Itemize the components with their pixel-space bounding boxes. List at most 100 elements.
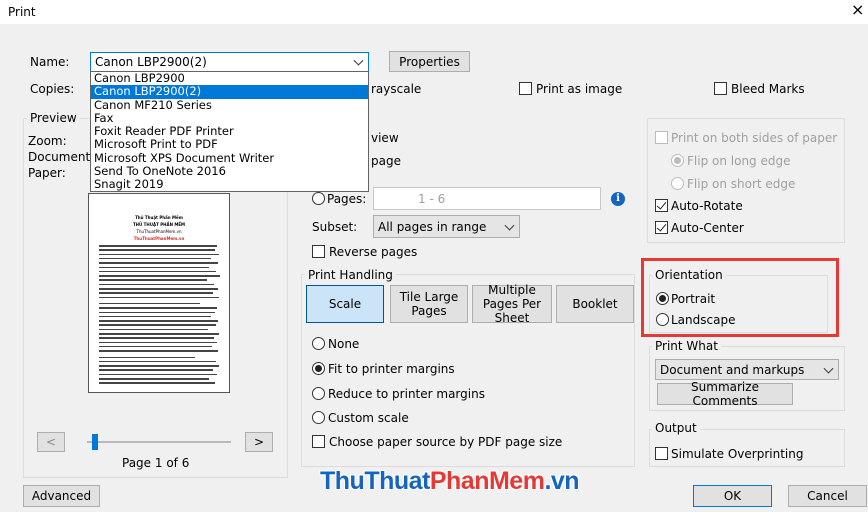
page-indicator: Page 1 of 6 (122, 456, 190, 470)
page-label: page (371, 154, 401, 168)
printer-option[interactable]: Fax (91, 111, 368, 125)
prev-page-glyph: < (45, 435, 57, 449)
reverse-pages-checkbox[interactable] (312, 245, 325, 258)
short-edge-label: Flip on short edge (687, 177, 796, 191)
page-thumbnail: Thủ Thuật Phần Mềm THỦ THUẬT PHẦN MỀM Th… (88, 193, 230, 393)
cancel-button-label: Cancel (807, 489, 848, 503)
tab-multiple-pages[interactable]: Multiple Pages Per Sheet (472, 283, 552, 325)
thumbnail-text-line (99, 337, 214, 339)
scale-custom-label: Custom scale (328, 411, 409, 425)
print-what-title: Print What (652, 339, 721, 353)
thumbnail-text-line (99, 328, 208, 331)
paper-source-label: Choose paper source by PDF page size (329, 435, 563, 449)
auto-rotate-checkbox[interactable] (655, 199, 668, 212)
thumbnail-text-line (99, 382, 215, 384)
subset-select[interactable]: All pages in range (373, 215, 520, 238)
thumbnail-text-line (99, 356, 195, 359)
thumbnail-text-line (99, 257, 211, 260)
printer-option[interactable]: Snagit 2019 (91, 178, 368, 191)
properties-button-label: Properties (399, 54, 460, 69)
pages-input-value: 1 - 6 (418, 191, 446, 206)
page-slider-track[interactable] (87, 441, 231, 443)
both-sides-checkbox[interactable] (655, 131, 668, 144)
title-bar: Print × (0, 0, 868, 24)
watermark-part1: ThuThuat (320, 467, 430, 495)
close-icon[interactable]: × (851, 2, 864, 18)
printer-option[interactable]: Canon LBP2900 (91, 71, 368, 85)
prev-page-button[interactable]: < (37, 432, 65, 452)
thumbnail-text-line (99, 365, 219, 367)
subset-select-value: All pages in range (378, 219, 487, 234)
thumbnail-text-line (99, 345, 212, 348)
advanced-button[interactable]: Advanced (23, 485, 100, 507)
scale-custom-radio[interactable] (312, 411, 325, 424)
chevron-down-icon (353, 55, 364, 66)
view-label: view (371, 131, 399, 145)
tab-multiple-label: Multiple Pages Per Sheet (482, 283, 542, 325)
window-title: Print (8, 5, 36, 19)
properties-button[interactable]: Properties (389, 51, 470, 72)
info-icon[interactable]: i (611, 192, 625, 206)
thumbnail-text-line (99, 279, 207, 281)
printer-option[interactable]: Canon MF210 Series (91, 98, 368, 112)
copies-label: Copies: (30, 82, 75, 96)
summarize-comments-button[interactable]: Summarize Comments (657, 380, 793, 408)
next-page-button[interactable]: > (245, 432, 273, 452)
tab-scale[interactable]: Scale (306, 285, 384, 323)
printer-option[interactable]: Microsoft XPS Document Writer (91, 151, 368, 165)
simulate-overprinting-checkbox[interactable] (655, 447, 668, 460)
watermark-part2: PhanMem (429, 467, 545, 495)
simulate-overprinting-label: Simulate Overprinting (671, 447, 804, 461)
thumbnail-text-line (99, 373, 217, 376)
chevron-down-icon (823, 363, 834, 374)
thumbnail-text-line (99, 333, 219, 335)
grayscale-label: rayscale (371, 82, 422, 96)
print-what-select[interactable]: Document and markups (655, 359, 839, 380)
printer-dropdown-list: Canon LBP2900 Canon LBP2900(2) Canon MF2… (90, 71, 369, 192)
thumbnail-title: Thủ Thuật Phần Mềm (135, 215, 183, 220)
bleed-marks-checkbox[interactable] (714, 82, 727, 95)
tab-tile-large-pages[interactable]: Tile Large Pages (390, 285, 468, 323)
ok-button[interactable]: OK (693, 485, 772, 507)
thumbnail-text-line (99, 296, 219, 299)
watermark: ThuThuatPhanMem.vn (320, 467, 580, 496)
thumbnail-text-line (99, 262, 218, 264)
watermark-part3: .vn (544, 467, 580, 495)
thumbnail-text-line (99, 302, 200, 305)
page-slider-thumb[interactable] (92, 434, 98, 450)
printer-option[interactable]: Send To OneNote 2016 (91, 164, 368, 178)
printer-option[interactable]: Foxit Reader PDF Printer (91, 125, 368, 138)
scale-none-radio[interactable] (312, 337, 325, 350)
printer-option[interactable]: Microsoft Print to PDF (91, 138, 368, 151)
paper-label: Paper: (28, 166, 66, 180)
printer-option-selected[interactable]: Canon LBP2900(2) (91, 85, 368, 99)
long-edge-radio[interactable] (671, 154, 684, 167)
zoom-label: Zoom: (28, 134, 67, 148)
scale-reduce-label: Reduce to printer margins (328, 387, 485, 401)
thumbnail-text-line (99, 360, 216, 363)
thumbnail-text-line (99, 288, 218, 290)
tab-scale-label: Scale (328, 297, 362, 311)
printer-select[interactable]: Canon LBP2900(2) (90, 52, 369, 72)
summarize-comments-label: Summarize Comments (691, 380, 759, 408)
auto-center-checkbox[interactable] (655, 221, 668, 234)
scale-reduce-radio[interactable] (312, 387, 325, 400)
tab-booklet[interactable]: Booklet (556, 285, 634, 323)
thumbnail-text-line (99, 307, 217, 309)
thumbnail-text-line (99, 350, 218, 352)
print-as-image-checkbox[interactable] (519, 82, 532, 95)
scale-fit-label: Fit to printer margins (328, 362, 455, 376)
pages-radio[interactable] (312, 192, 325, 205)
cancel-button[interactable]: Cancel (788, 485, 867, 507)
scale-fit-radio[interactable] (312, 362, 325, 375)
thumbnail-text-line (99, 324, 216, 326)
ok-button-label: OK (723, 489, 742, 503)
bleed-marks-label: Bleed Marks (731, 82, 805, 96)
paper-source-checkbox[interactable] (312, 435, 325, 448)
short-edge-radio[interactable] (671, 177, 684, 190)
pages-input[interactable]: 1 - 6 (373, 187, 601, 210)
thumbnail-site: ThuThuatPhanMem.vn (136, 229, 182, 234)
thumbnail-text-line (99, 275, 220, 277)
auto-center-label: Auto-Center (671, 221, 744, 235)
thumbnail-text-line (99, 315, 211, 318)
